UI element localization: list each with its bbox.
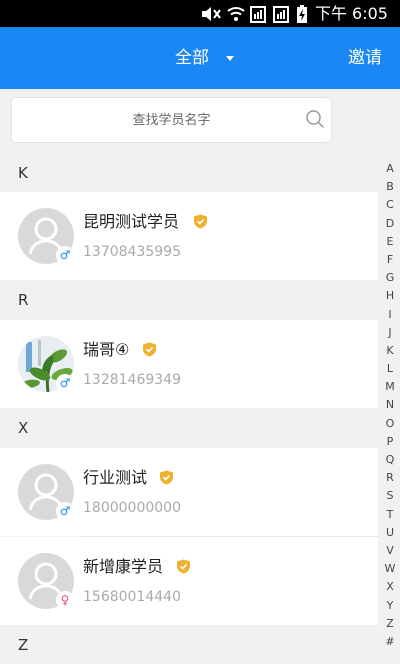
section-letter: R xyxy=(18,291,29,309)
contact-item[interactable]: ♂ 昆明测试学员 13708435995 xyxy=(0,192,378,280)
invite-button[interactable]: 邀请 xyxy=(348,46,382,70)
contact-name: 瑞哥④ xyxy=(83,340,130,359)
index-letter-m[interactable]: M xyxy=(380,378,400,396)
female-icon: ♀ xyxy=(56,591,74,609)
section-header-k: K xyxy=(0,155,378,192)
male-icon: ♂ xyxy=(56,374,74,392)
index-letter-b[interactable]: B xyxy=(380,178,400,196)
contact-item[interactable]: ♂ 瑞哥④ 13281469349 xyxy=(0,320,378,408)
filter-dropdown-label[interactable]: 全部 xyxy=(175,46,209,70)
verified-shield-icon xyxy=(194,214,207,229)
index-letter-f[interactable]: F xyxy=(380,251,400,269)
app-header: 全部 邀请 xyxy=(0,27,400,89)
sim2-signal-icon xyxy=(273,6,289,23)
contact-phone: 15680014440 xyxy=(83,589,181,605)
index-letter-j[interactable]: J xyxy=(380,324,400,342)
contact-phone: 13708435995 xyxy=(83,244,181,260)
index-letter-i[interactable]: I xyxy=(380,306,400,324)
index-letter-v[interactable]: V xyxy=(380,542,400,560)
index-letter-s[interactable]: S xyxy=(380,487,400,505)
index-letter-z[interactable]: Z xyxy=(380,615,400,633)
sim1-signal-icon xyxy=(250,6,266,23)
mute-icon xyxy=(202,7,221,21)
search-bar[interactable] xyxy=(11,97,332,143)
section-letter: Z xyxy=(18,636,29,654)
male-icon: ♂ xyxy=(56,246,74,264)
index-letter-q[interactable]: Q xyxy=(380,451,400,469)
status-bar: 下午 6:05 xyxy=(0,0,400,27)
index-letter-g[interactable]: G xyxy=(380,269,400,287)
index-letter-p[interactable]: P xyxy=(380,433,400,451)
search-input[interactable] xyxy=(12,98,331,142)
index-letter-a[interactable]: A xyxy=(380,160,400,178)
index-letter-d[interactable]: D xyxy=(380,215,400,233)
contact-item[interactable]: ♂ 行业测试 18000000000 xyxy=(0,448,378,536)
section-letter: K xyxy=(18,164,28,182)
section-letter: X xyxy=(18,419,29,437)
status-icons xyxy=(200,4,308,24)
verified-shield-icon xyxy=(143,342,156,357)
status-time: 下午 6:05 xyxy=(314,4,388,23)
index-letter-k[interactable]: K xyxy=(380,342,400,360)
contact-name: 昆明测试学员 xyxy=(83,212,180,231)
index-letter-c[interactable]: C xyxy=(380,196,400,214)
section-header-z: Z xyxy=(0,627,378,664)
index-letter-u[interactable]: U xyxy=(380,524,400,542)
wifi-icon xyxy=(227,7,245,21)
male-icon: ♂ xyxy=(56,502,74,520)
index-letter-y[interactable]: Y xyxy=(380,597,400,615)
contact-item[interactable]: ♀ 新增康学员 15680014440 xyxy=(0,537,378,625)
contact-name: 新增康学员 xyxy=(83,557,164,576)
index-letter-w[interactable]: W xyxy=(380,560,400,578)
section-header-r: R xyxy=(0,282,378,319)
verified-shield-icon xyxy=(160,470,173,485)
index-letter-h[interactable]: H xyxy=(380,287,400,305)
battery-charging-icon xyxy=(297,4,307,23)
index-letter-x[interactable]: X xyxy=(380,578,400,596)
index-letter-r[interactable]: R xyxy=(380,469,400,487)
alphabet-index-bar[interactable]: A B C D E F G H I J K L M N O P Q R S T … xyxy=(380,160,400,651)
contact-phone: 18000000000 xyxy=(83,500,181,516)
search-icon[interactable] xyxy=(305,109,325,129)
index-letter-o[interactable]: O xyxy=(380,415,400,433)
index-letter-hash[interactable]: # xyxy=(380,633,400,651)
contact-name: 行业测试 xyxy=(83,468,148,487)
contact-phone: 13281469349 xyxy=(83,372,181,388)
index-letter-n[interactable]: N xyxy=(380,396,400,414)
verified-shield-icon xyxy=(177,559,190,574)
index-letter-l[interactable]: L xyxy=(380,360,400,378)
section-header-x: X xyxy=(0,410,378,447)
index-letter-e[interactable]: E xyxy=(380,233,400,251)
chevron-down-icon[interactable] xyxy=(226,56,234,61)
index-letter-t[interactable]: T xyxy=(380,506,400,524)
